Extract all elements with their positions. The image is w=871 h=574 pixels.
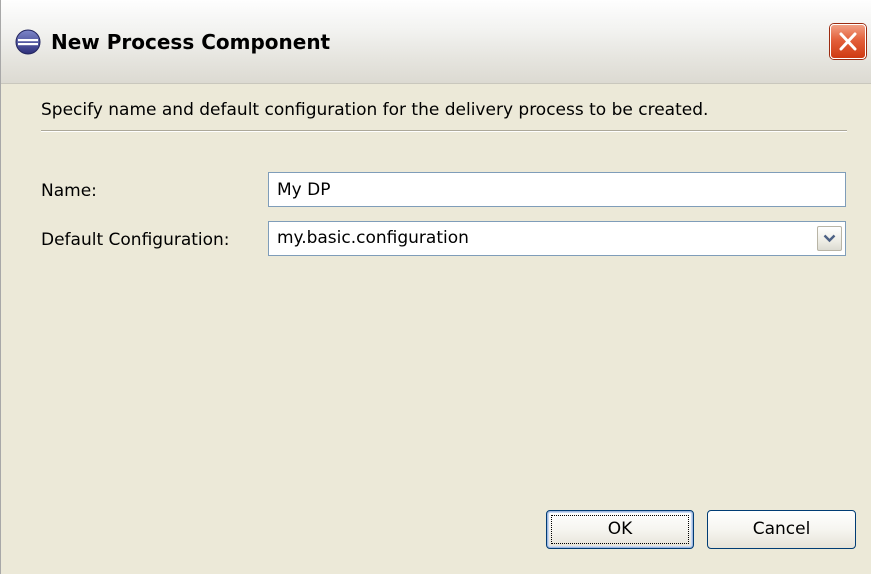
ok-button[interactable]: OK <box>546 510 694 549</box>
dialog-body: Specify name and default configuration f… <box>1 84 871 574</box>
ok-button-label: OK <box>607 519 633 539</box>
chevron-down-icon <box>823 234 836 243</box>
dropdown-button[interactable] <box>817 226 842 251</box>
default-configuration-value: my.basic.configuration <box>277 228 469 248</box>
close-button[interactable] <box>830 24 866 59</box>
name-label: Name: <box>41 181 97 201</box>
eclipse-icon <box>15 29 41 55</box>
cancel-button[interactable]: Cancel <box>707 510 856 549</box>
default-configuration-label: Default Configuration: <box>41 230 230 250</box>
name-input[interactable] <box>268 172 846 207</box>
window-title: New Process Component <box>51 30 331 54</box>
default-configuration-select[interactable]: my.basic.configuration <box>268 221 846 256</box>
title-bar[interactable]: New Process Component <box>1 0 871 84</box>
dialog-window: New Process Component Specify name and d… <box>0 0 871 574</box>
cancel-button-label: Cancel <box>752 519 811 539</box>
separator <box>41 130 847 132</box>
dialog-description: Specify name and default configuration f… <box>41 100 709 120</box>
close-icon <box>839 32 857 51</box>
